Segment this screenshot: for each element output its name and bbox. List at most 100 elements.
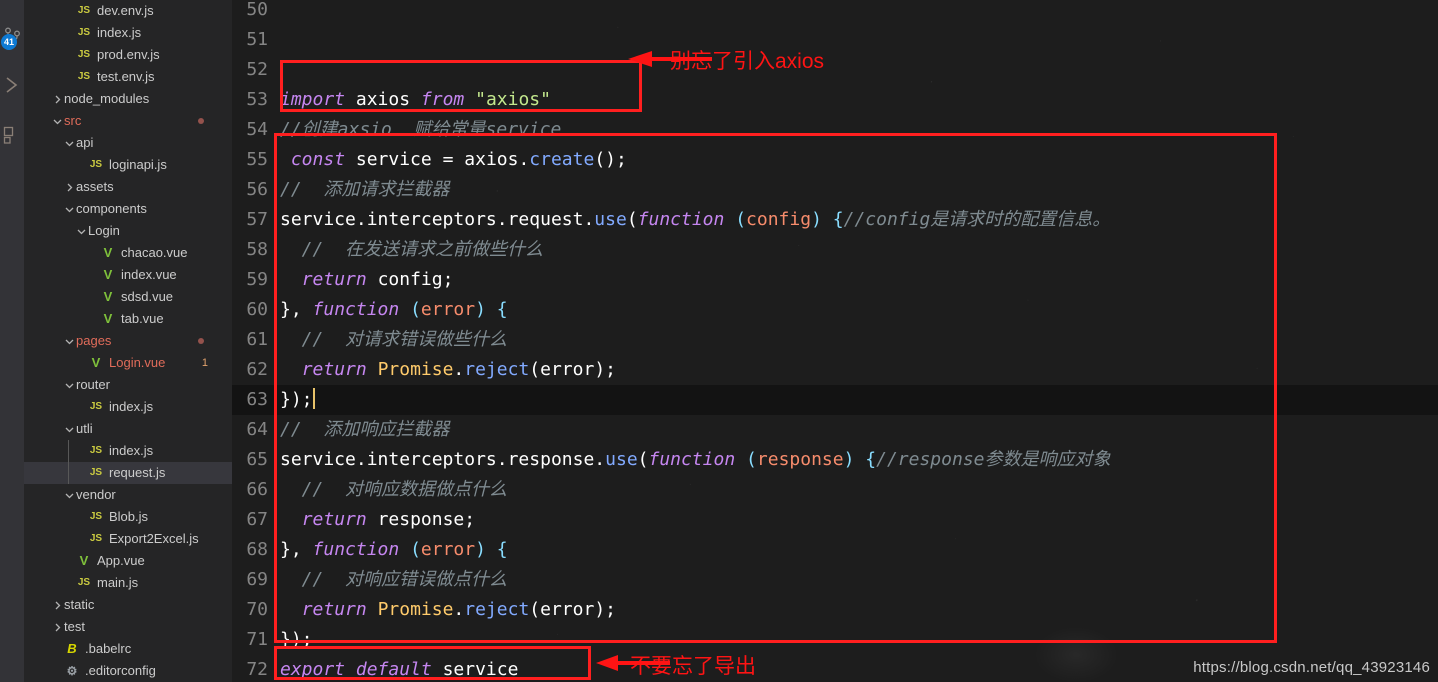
code-token: .: [453, 599, 465, 620]
chevron-down-icon[interactable]: [62, 132, 76, 154]
code-line[interactable]: 50: [232, 0, 1438, 25]
code-line[interactable]: 62 return Promise.reject(error);: [232, 355, 1438, 385]
tree-item-node-modules[interactable]: node_modules: [24, 88, 232, 110]
code-text[interactable]: export default service: [280, 655, 518, 682]
tree-item-login[interactable]: Login: [24, 220, 232, 242]
code-line[interactable]: 69 // 对响应错误做点什么: [232, 565, 1438, 595]
tree-item-static[interactable]: static: [24, 594, 232, 616]
code-line[interactable]: 61 // 对请求错误做些什么: [232, 325, 1438, 355]
code-line[interactable]: 60}, function (error) {: [232, 295, 1438, 325]
chevron-down-icon[interactable]: [62, 374, 76, 396]
tree-item-chacao-vue[interactable]: Vchacao.vue: [24, 242, 232, 264]
code-text[interactable]: // 在发送请求之前做些什么: [280, 235, 543, 265]
tree-item-app-vue[interactable]: V App.vue: [24, 550, 232, 572]
line-number: 67: [246, 509, 268, 530]
code-text[interactable]: // 对请求错误做些什么: [280, 325, 507, 355]
code-text[interactable]: import axios from "axios": [280, 85, 551, 115]
tree-item-main-js[interactable]: JS main.js: [24, 572, 232, 594]
code-token: (: [735, 209, 747, 230]
tree-item-index-vue[interactable]: Vindex.vue: [24, 264, 232, 286]
tree-item-test-env-js[interactable]: JS test.env.js: [24, 66, 232, 88]
code-text[interactable]: // 添加请求拦截器: [280, 175, 449, 205]
tree-item--editorconfig[interactable]: ⚙ .editorconfig: [24, 660, 232, 682]
code-token: service: [442, 659, 519, 680]
chevron-right-icon[interactable]: [62, 176, 76, 198]
tree-item-assets[interactable]: assets: [24, 176, 232, 198]
code-text[interactable]: // 对响应数据做点什么: [280, 475, 507, 505]
tree-item-login-vue[interactable]: V Login.vue 1: [24, 352, 232, 374]
tree-item-vendor[interactable]: vendor: [24, 484, 232, 506]
code-text[interactable]: return config;: [280, 265, 454, 295]
code-text[interactable]: return Promise.reject(error);: [280, 595, 616, 625]
chevron-down-icon[interactable]: [62, 484, 76, 506]
tree-item-export2excel-js[interactable]: JS Export2Excel.js: [24, 528, 232, 550]
code-line[interactable]: 67 return response;: [232, 505, 1438, 535]
line-number: 50: [246, 0, 268, 20]
code-text[interactable]: }, function (error) {: [280, 535, 508, 565]
code-line[interactable]: 70 return Promise.reject(error);: [232, 595, 1438, 625]
tree-item-utli[interactable]: utli: [24, 418, 232, 440]
activity-bar: 41: [0, 0, 24, 682]
code-text[interactable]: });: [280, 625, 313, 655]
code-text[interactable]: });: [280, 385, 315, 415]
code-text[interactable]: const service = axios.create();: [280, 145, 627, 175]
chevron-down-icon[interactable]: [74, 220, 88, 242]
code-line[interactable]: 59 return config;: [232, 265, 1438, 295]
tree-item-test[interactable]: test: [24, 616, 232, 638]
chevron-down-icon[interactable]: [62, 418, 76, 440]
code-text[interactable]: }, function (error) {: [280, 295, 508, 325]
chevron-down-icon[interactable]: [50, 110, 64, 132]
code-line[interactable]: 68}, function (error) {: [232, 535, 1438, 565]
code-line[interactable]: 56 // 添加请求拦截器: [232, 175, 1438, 205]
tree-item-components[interactable]: components: [24, 198, 232, 220]
chevron-right-icon[interactable]: [50, 88, 64, 110]
code-line[interactable]: 54 //创建axsio 赋给常量service: [232, 115, 1438, 145]
tree-item-router[interactable]: router: [24, 374, 232, 396]
explorer-sidebar[interactable]: JS dev.env.js JS index.js JS prod.env.js JS tes…: [24, 0, 232, 682]
tree-item-api[interactable]: api: [24, 132, 232, 154]
code-text[interactable]: return response;: [280, 505, 475, 535]
run-debug-icon[interactable]: [2, 75, 22, 95]
code-line[interactable]: 64 // 添加响应拦截器: [232, 415, 1438, 445]
code-token: // 在发送请求之前做些什么: [280, 239, 544, 260]
chevron-down-icon[interactable]: [62, 330, 76, 352]
chevron-right-icon[interactable]: [50, 594, 64, 616]
tree-item-sdsd-vue[interactable]: Vsdsd.vue: [24, 286, 232, 308]
code-line[interactable]: 53 import axios from "axios": [232, 85, 1438, 115]
tree-item-index-js[interactable]: JS index.js: [24, 22, 232, 44]
code-line[interactable]: 57 service.interceptors.request.use(funct…: [232, 205, 1438, 235]
code-text[interactable]: return Promise.reject(error);: [280, 355, 616, 385]
tree-item-tab-vue[interactable]: Vtab.vue: [24, 308, 232, 330]
chevron-down-icon[interactable]: [62, 198, 76, 220]
tree-item-dev-env-js[interactable]: JS dev.env.js: [24, 0, 232, 22]
tree-item-loginapi-js[interactable]: JS loginapi.js: [24, 154, 232, 176]
extensions-icon[interactable]: [2, 125, 22, 145]
code-line[interactable]: 65 service.interceptors.response.use(func…: [232, 445, 1438, 475]
code-line[interactable]: 52: [232, 55, 1438, 85]
tree-item-prod-env-js[interactable]: JS prod.env.js: [24, 44, 232, 66]
code-text[interactable]: service.interceptors.response.use(functi…: [280, 445, 1111, 475]
code-text[interactable]: // 对响应错误做点什么: [280, 565, 507, 595]
tree-item-request-js[interactable]: JS request.js: [24, 462, 232, 484]
code-line[interactable]: 58 // 在发送请求之前做些什么: [232, 235, 1438, 265]
code-line[interactable]: 63});: [232, 385, 1438, 415]
code-text[interactable]: //创建axsio 赋给常量service: [280, 115, 561, 145]
code-editor[interactable]: 50 51 52 53 import axios from "axios" 54 //创建a…: [232, 0, 1438, 682]
tree-item-src[interactable]: src: [24, 110, 232, 132]
tree-item-blob-js[interactable]: JS Blob.js: [24, 506, 232, 528]
code-text[interactable]: // 添加响应拦截器: [280, 415, 449, 445]
code-line[interactable]: 51: [232, 25, 1438, 55]
tree-item-pages[interactable]: pages: [24, 330, 232, 352]
code-line[interactable]: 55 const service = axios.create();: [232, 145, 1438, 175]
tree-item-index-js[interactable]: JS index.js: [24, 440, 232, 462]
chevron-right-icon[interactable]: [50, 616, 64, 638]
code-line[interactable]: 71});: [232, 625, 1438, 655]
line-number: 56: [246, 179, 268, 200]
code-text[interactable]: service.interceptors.request.use(functio…: [280, 205, 1110, 235]
tree-item--babelrc[interactable]: B .babelrc: [24, 638, 232, 660]
tree-item-index-js[interactable]: JS index.js: [24, 396, 232, 418]
code-line[interactable]: 66 // 对响应数据做点什么: [232, 475, 1438, 505]
